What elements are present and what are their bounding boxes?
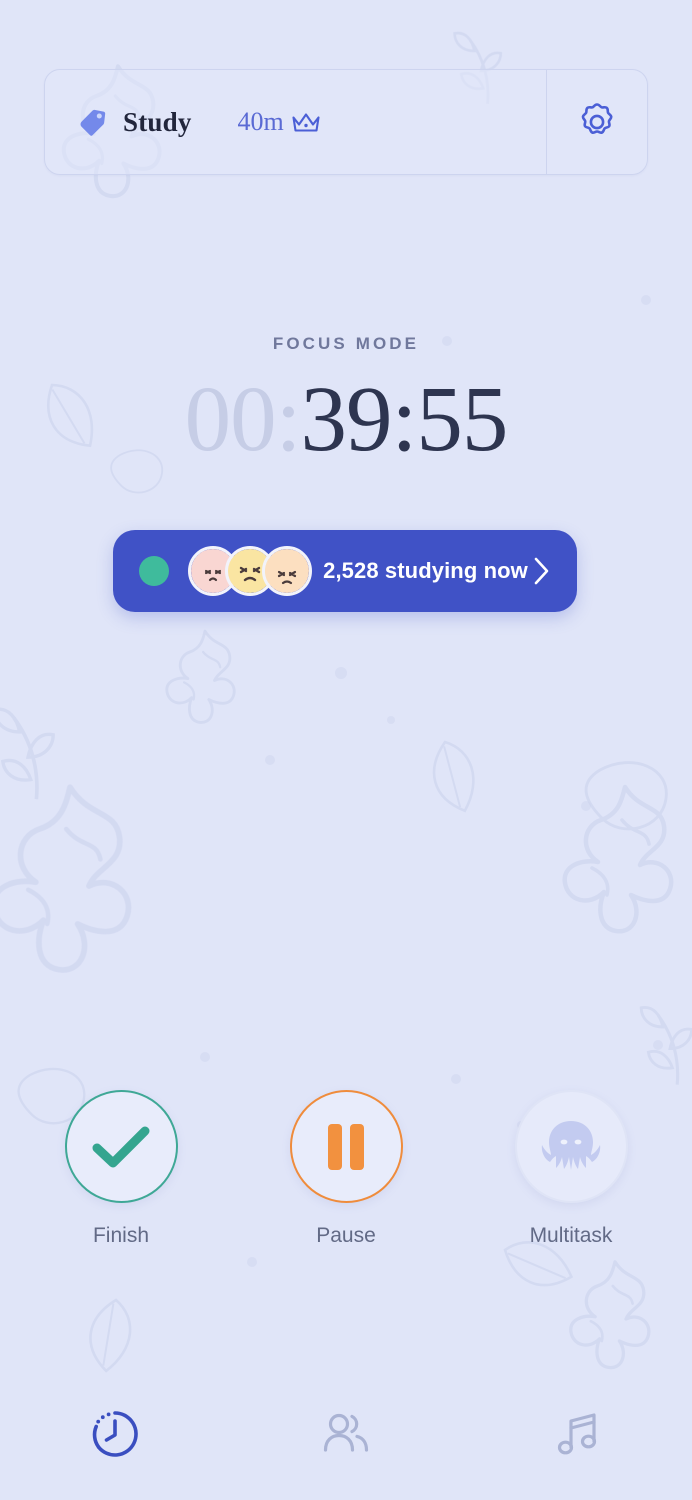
focus-mode-label: FOCUS MODE (272, 334, 420, 353)
timer-hours: 00 (184, 368, 277, 471)
music-note-icon (557, 1413, 596, 1455)
task-info[interactable]: Study 40m (45, 70, 546, 174)
finish-button[interactable] (64, 1090, 178, 1203)
task-duration-group[interactable]: 40m (238, 107, 321, 137)
multitask-action[interactable]: Multitask (486, 1090, 656, 1248)
live-status-dot (139, 556, 169, 586)
finish-action[interactable]: Finish (36, 1090, 206, 1248)
timer-separator-2: : (391, 368, 418, 471)
pause-button[interactable] (289, 1090, 403, 1203)
bottom-navigation (0, 1368, 692, 1500)
timer-separator-1: : (275, 368, 302, 471)
multitask-button[interactable] (514, 1090, 628, 1203)
avatar-group (188, 546, 312, 596)
studying-now-banner[interactable]: 2,528 studying now (113, 530, 577, 612)
task-duration: 40m (237, 107, 284, 136)
pause-action[interactable]: Pause (261, 1090, 431, 1248)
nav-item-music[interactable] (461, 1368, 692, 1500)
clock-icon (93, 1411, 139, 1457)
action-buttons: Finish Pause Multitask (0, 1090, 692, 1248)
nav-item-social[interactable] (231, 1368, 462, 1500)
task-title: Study (123, 106, 192, 137)
multitask-label: Multitask (529, 1224, 613, 1247)
focus-timer-screen: Study 40m FOCUS MODE 00:39:55 2,528 stud… (0, 0, 692, 1500)
gear-icon (581, 103, 613, 134)
pause-label: Pause (316, 1224, 376, 1247)
timer-minutes: 39 (300, 368, 393, 471)
avatar (262, 546, 312, 596)
people-icon (323, 1413, 369, 1452)
countdown-timer: 00:39:55 (0, 368, 692, 472)
crown-icon (292, 113, 320, 132)
finish-label: Finish (92, 1224, 150, 1247)
timer-seconds: 55 (416, 368, 508, 471)
tag-icon (80, 109, 106, 136)
pause-icon (328, 1123, 364, 1170)
octopus-icon (541, 1120, 601, 1170)
settings-button[interactable] (546, 70, 647, 174)
check-icon (92, 1126, 150, 1167)
nav-item-timer[interactable] (0, 1368, 231, 1500)
studying-now-count: 2,528 studying now (323, 558, 528, 583)
task-card[interactable]: Study 40m (44, 69, 648, 175)
chevron-right-icon[interactable] (533, 556, 551, 586)
